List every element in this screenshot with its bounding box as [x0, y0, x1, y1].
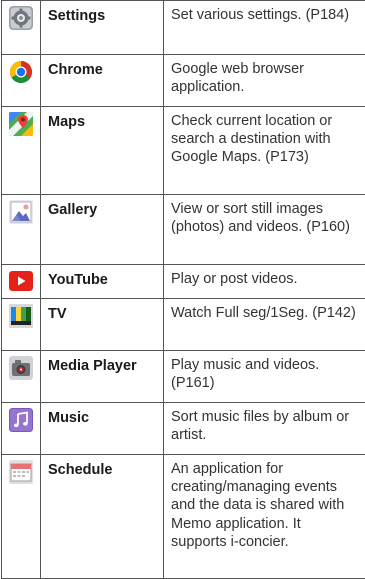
app-description: Sort music files by album or artist. — [164, 403, 365, 447]
app-description: Play or post videos. — [164, 265, 365, 291]
icon-cell — [2, 351, 41, 403]
description-cell: Sort music files by album or artist. — [164, 403, 365, 455]
app-description: An application for creating/managing eve… — [164, 455, 365, 554]
applications-table: Settings Set various settings. (P184) — [1, 0, 365, 579]
icon-cell — [2, 195, 41, 265]
app-name: Schedule — [41, 455, 163, 479]
icon-cell — [2, 265, 41, 299]
table-row: Gallery View or sort still images (photo… — [2, 195, 365, 265]
table-row: YouTube Play or post videos. — [2, 265, 365, 299]
name-cell: Schedule — [41, 455, 164, 579]
app-description: Watch Full seg/1Seg. (P142) — [164, 299, 365, 325]
name-cell: Music — [41, 403, 164, 455]
description-cell: Set various settings. (P184) — [164, 1, 365, 55]
app-name: Music — [41, 403, 163, 427]
name-cell: Gallery — [41, 195, 164, 265]
app-description: View or sort still images (photos) and v… — [164, 195, 365, 239]
tv-icon — [9, 304, 33, 328]
table-row: Schedule An application for creating/man… — [2, 455, 365, 579]
icon-cell — [2, 455, 41, 579]
app-name: Media Player — [41, 351, 163, 375]
icon-cell — [2, 1, 41, 55]
youtube-icon — [9, 271, 33, 291]
app-description: Google web browser application. — [164, 55, 365, 99]
description-cell: Google web browser application. — [164, 55, 365, 107]
icon-cell — [2, 107, 41, 195]
table-row: Music Sort music files by album or artis… — [2, 403, 365, 455]
app-name: Gallery — [41, 195, 163, 219]
description-cell: Check current location or search a desti… — [164, 107, 365, 195]
app-name: Settings — [41, 1, 163, 25]
table-row: Maps Check current location or search a … — [2, 107, 365, 195]
media-player-icon — [9, 356, 33, 380]
name-cell: Media Player — [41, 351, 164, 403]
schedule-calendar-icon — [9, 460, 33, 484]
name-cell: Chrome — [41, 55, 164, 107]
description-cell: Watch Full seg/1Seg. (P142) — [164, 299, 365, 351]
app-description: Check current location or search a desti… — [164, 107, 365, 170]
app-description: Play music and videos. (P161) — [164, 351, 365, 395]
icon-cell — [2, 403, 41, 455]
icon-cell — [2, 55, 41, 107]
description-cell: An application for creating/managing eve… — [164, 455, 365, 579]
name-cell: Settings — [41, 1, 164, 55]
table-row: Media Player Play music and videos. (P16… — [2, 351, 365, 403]
table-row: Settings Set various settings. (P184) — [2, 1, 365, 55]
table-row: TV Watch Full seg/1Seg. (P142) — [2, 299, 365, 351]
app-name: Chrome — [41, 55, 163, 79]
icon-cell — [2, 299, 41, 351]
name-cell: YouTube — [41, 265, 164, 299]
app-name: TV — [41, 299, 163, 323]
gallery-icon — [9, 200, 33, 224]
settings-gear-icon — [9, 6, 33, 30]
description-cell: Play music and videos. (P161) — [164, 351, 365, 403]
table-row: Chrome Google web browser application. — [2, 55, 365, 107]
name-cell: Maps — [41, 107, 164, 195]
description-cell: View or sort still images (photos) and v… — [164, 195, 365, 265]
chrome-icon — [9, 60, 33, 84]
description-cell: Play or post videos. — [164, 265, 365, 299]
app-description: Set various settings. (P184) — [164, 1, 365, 27]
app-name: YouTube — [41, 265, 163, 289]
maps-icon — [9, 112, 33, 136]
music-note-icon — [9, 408, 33, 432]
app-name: Maps — [41, 107, 163, 131]
name-cell: TV — [41, 299, 164, 351]
